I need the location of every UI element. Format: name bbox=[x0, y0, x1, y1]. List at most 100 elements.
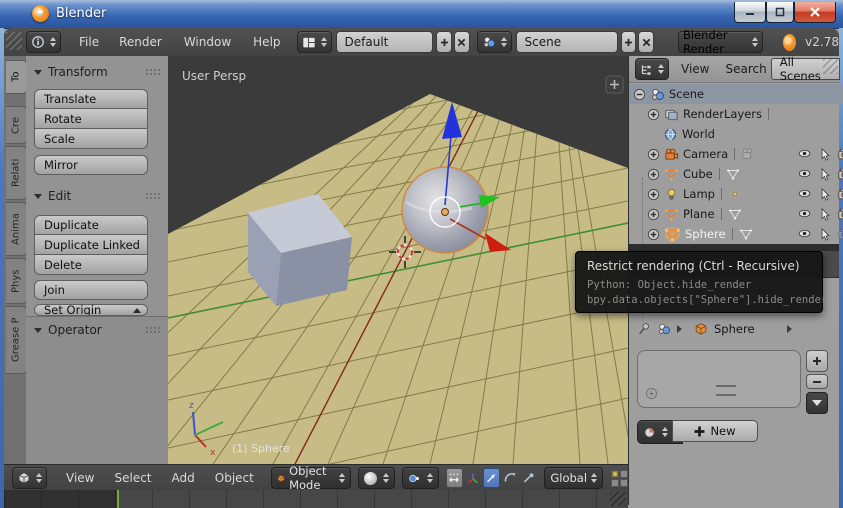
mesh-data-icon[interactable] bbox=[726, 167, 740, 181]
restrict-select-icon[interactable] bbox=[818, 147, 831, 162]
minimize-button[interactable] bbox=[734, 2, 766, 23]
scene-breadcrumb-icon[interactable] bbox=[657, 322, 671, 336]
tab-grease-pencil[interactable]: Grease P bbox=[6, 306, 27, 374]
camera-data-icon[interactable] bbox=[741, 147, 755, 161]
close-button[interactable] bbox=[794, 2, 836, 23]
outliner-row-camera[interactable]: Camera bbox=[629, 144, 843, 164]
expand-plus-icon[interactable] bbox=[647, 188, 660, 201]
timeline-corner-grip[interactable] bbox=[610, 492, 626, 506]
menu-window[interactable]: Window bbox=[180, 35, 235, 49]
titlebar[interactable]: Blender bbox=[0, 0, 843, 29]
layers-widget[interactable] bbox=[611, 469, 629, 487]
restrict-select-icon[interactable] bbox=[818, 187, 831, 202]
tab-create[interactable]: Cre bbox=[6, 106, 27, 144]
rotate-button[interactable]: Rotate bbox=[34, 109, 148, 129]
vp-menu-add[interactable]: Add bbox=[163, 471, 204, 485]
screen-layout-button[interactable] bbox=[296, 31, 332, 53]
pin-icon[interactable] bbox=[637, 322, 651, 336]
vp-menu-view[interactable]: View bbox=[57, 471, 103, 485]
tab-relations[interactable]: Relati bbox=[6, 146, 27, 200]
restrict-select-icon[interactable] bbox=[818, 167, 831, 182]
list-resize-grip-icon[interactable] bbox=[716, 385, 736, 396]
mode-dropdown[interactable]: Object Mode bbox=[270, 464, 351, 492]
outliner-row-world[interactable]: World bbox=[629, 124, 843, 144]
object-breadcrumb-icon[interactable] bbox=[694, 322, 708, 336]
collapse-minus-icon[interactable] bbox=[633, 88, 646, 101]
outliner-row-plane[interactable]: Plane bbox=[629, 204, 843, 224]
scale-button[interactable]: Scale bbox=[34, 129, 148, 149]
add-material-slot-button[interactable] bbox=[806, 350, 828, 372]
manipulator-toggle-button[interactable] bbox=[445, 468, 463, 488]
tab-tools[interactable]: To bbox=[6, 60, 27, 94]
material-slots-list[interactable] bbox=[637, 350, 801, 408]
remove-material-slot-button[interactable] bbox=[806, 374, 828, 389]
menu-file[interactable]: File bbox=[75, 35, 103, 49]
transform-panel-header[interactable]: Transform bbox=[26, 62, 168, 82]
restrict-render-icon[interactable] bbox=[837, 147, 843, 161]
duplicate-button[interactable]: Duplicate bbox=[34, 215, 148, 235]
menu-render[interactable]: Render bbox=[115, 35, 166, 49]
outliner-row-lamp[interactable]: Lamp bbox=[629, 184, 843, 204]
timeline-current-frame-marker[interactable] bbox=[117, 490, 119, 508]
outliner-menu-view[interactable]: View bbox=[677, 62, 713, 76]
operator-panel-header[interactable]: Operator bbox=[26, 320, 168, 340]
expand-plus-icon[interactable] bbox=[647, 168, 660, 181]
tab-physics[interactable]: Phys bbox=[6, 258, 27, 304]
vp-menu-select[interactable]: Select bbox=[105, 471, 160, 485]
editor-type-info-button[interactable] bbox=[26, 31, 61, 53]
hide-eye-icon[interactable] bbox=[797, 187, 812, 200]
new-material-button[interactable]: New bbox=[672, 420, 758, 442]
hide-eye-icon[interactable] bbox=[797, 227, 812, 240]
add-scene-button[interactable] bbox=[620, 31, 637, 53]
translate-manipulator-button[interactable] bbox=[482, 468, 500, 488]
region-divider[interactable] bbox=[628, 244, 839, 251]
tab-animation[interactable]: Anima bbox=[6, 202, 27, 256]
expand-plus-icon[interactable] bbox=[647, 108, 660, 121]
shading-dropdown[interactable] bbox=[357, 467, 395, 489]
delete-screen-button[interactable] bbox=[453, 31, 470, 53]
expand-properties-button[interactable] bbox=[605, 75, 624, 94]
render-engine-dropdown[interactable]: Blender Render bbox=[678, 28, 764, 56]
mirror-button[interactable]: Mirror bbox=[34, 155, 148, 175]
vp-menu-object[interactable]: Object bbox=[206, 471, 263, 485]
lamp-data-icon[interactable] bbox=[728, 187, 742, 201]
editor-type-3dview-button[interactable] bbox=[12, 467, 47, 489]
set-origin-button[interactable]: Set Origin bbox=[34, 304, 148, 316]
hide-eye-icon[interactable] bbox=[797, 167, 812, 180]
delete-scene-button[interactable] bbox=[638, 31, 655, 53]
edit-panel-header[interactable]: Edit bbox=[26, 186, 168, 206]
restrict-render-icon[interactable] bbox=[837, 187, 843, 201]
rotate-manipulator-button[interactable] bbox=[502, 468, 518, 488]
manipulator-orientation-icon-button[interactable] bbox=[465, 468, 481, 488]
maximize-button[interactable] bbox=[766, 2, 794, 23]
restrict-render-icon-hovered[interactable] bbox=[837, 227, 843, 241]
scene-name-field[interactable]: Scene bbox=[515, 31, 618, 53]
delete-button[interactable]: Delete bbox=[34, 255, 148, 275]
viewport-3d[interactable]: z x User Persp (1) Sphere bbox=[168, 56, 628, 464]
screen-layout-field[interactable]: Default bbox=[335, 31, 434, 53]
expand-plus-icon[interactable] bbox=[647, 148, 660, 161]
outliner-row-cube[interactable]: Cube bbox=[629, 164, 843, 184]
material-specials-menu-button[interactable] bbox=[806, 392, 828, 414]
menu-help[interactable]: Help bbox=[249, 35, 284, 49]
restrict-render-icon[interactable] bbox=[837, 207, 843, 221]
timeline-strip[interactable] bbox=[4, 490, 628, 508]
scene-browse-button[interactable] bbox=[476, 31, 512, 53]
mesh-data-icon[interactable] bbox=[739, 227, 753, 241]
restrict-select-icon[interactable] bbox=[818, 227, 831, 242]
mesh-data-icon[interactable] bbox=[728, 207, 742, 221]
restrict-render-icon[interactable] bbox=[837, 167, 843, 181]
expand-plus-icon[interactable] bbox=[647, 228, 660, 241]
duplicate-linked-button[interactable]: Duplicate Linked bbox=[34, 235, 148, 255]
hide-eye-icon[interactable] bbox=[797, 147, 812, 160]
outliner-display-mode-dropdown[interactable]: All Scenes bbox=[770, 55, 840, 83]
pivot-dropdown[interactable] bbox=[401, 467, 439, 489]
outliner-menu-search[interactable]: Search bbox=[721, 62, 770, 76]
add-screen-button[interactable] bbox=[436, 31, 452, 53]
hide-eye-icon[interactable] bbox=[797, 207, 812, 220]
restrict-select-icon[interactable] bbox=[818, 207, 831, 222]
outliner-row-renderlayers[interactable]: RenderLayers bbox=[629, 104, 843, 124]
outliner-row-scene[interactable]: Scene bbox=[629, 84, 843, 104]
editor-type-outliner-button[interactable] bbox=[635, 58, 669, 80]
outliner-row-sphere[interactable]: Sphere bbox=[629, 224, 843, 244]
